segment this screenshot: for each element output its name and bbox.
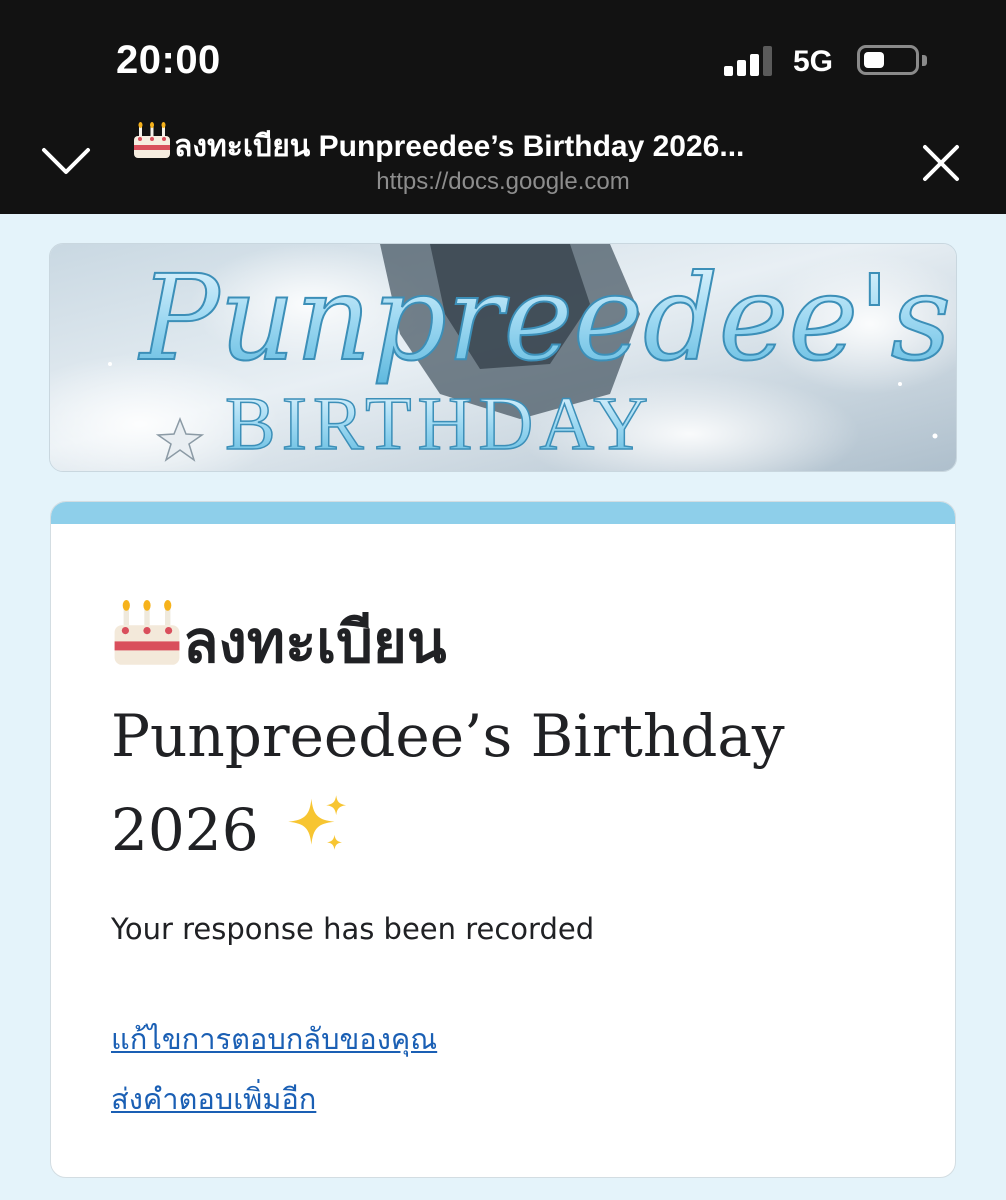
form-title: ลงทะเบียน Punpreedee’s Birthday 2026: [111, 595, 911, 877]
banner-script-text: Punpreedee's: [138, 249, 951, 387]
banner-image: Punpreedee's BIRTHDAY: [50, 244, 956, 471]
browser-url: https://docs.google.com: [376, 168, 630, 195]
confirmation-message: Your response has been recorded: [111, 912, 595, 946]
form-header-banner: Punpreedee's BIRTHDAY: [49, 243, 957, 472]
form-response-card: ลงทะเบียน Punpreedee’s Birthday 2026 You…: [50, 501, 956, 1178]
browser-title-text: ลงทะเบียน Punpreedee’s Birthday 2026...: [174, 130, 745, 163]
submit-another-response-link[interactable]: ส่งคำตอบเพิ่มอีก: [111, 1076, 316, 1122]
edit-response-link[interactable]: แก้ไขการตอบกลับของคุณ: [111, 1016, 437, 1062]
close-icon: [923, 145, 959, 181]
card-accent-bar: [51, 502, 955, 524]
cake-icon: [114, 600, 180, 665]
form-title-text: Punpreedee’s Birthday 2026: [111, 702, 785, 864]
form-title-thai: ลงทะเบียน: [183, 608, 447, 676]
battery-tip: [922, 55, 927, 66]
network-type: 5G: [793, 45, 834, 78]
banner-caps-text: BIRTHDAY: [225, 382, 654, 466]
cake-icon: [134, 122, 170, 158]
status-time: 20:00: [116, 38, 221, 82]
signal-icon: [724, 46, 776, 76]
browser-chrome: 20:00 5G ลงทะเบียน Punpreedee’s Birthday…: [0, 0, 1006, 214]
sparkles-icon: [288, 795, 347, 850]
browser-page-title: ลงทะเบียน Punpreedee’s Birthday 2026...: [132, 122, 892, 170]
close-button[interactable]: [916, 138, 966, 188]
battery-icon: [857, 45, 919, 75]
